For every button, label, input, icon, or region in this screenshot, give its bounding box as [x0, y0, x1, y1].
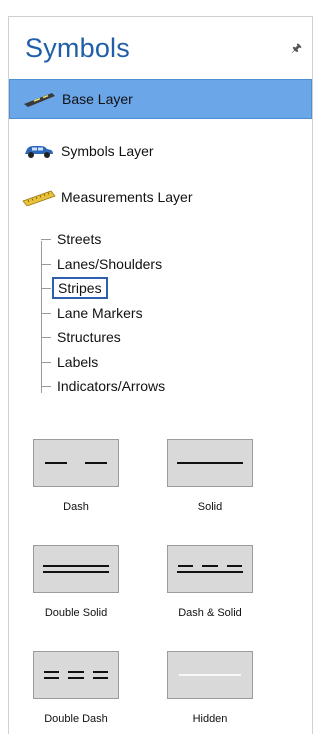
tree-item-streets[interactable]: Streets	[37, 227, 297, 252]
tree-item-structures[interactable]: Structures	[37, 325, 297, 350]
stripe-tile-dash-solid[interactable]: Dash & Solid	[165, 545, 255, 619]
stripe-label: Solid	[197, 501, 223, 513]
symbols-panel: Symbols 🖈 Base Layer Symbols Layer Measu…	[8, 16, 313, 734]
double-dash-stripe-icon[interactable]	[33, 651, 119, 699]
tree-item-lanes-shoulders[interactable]: Lanes/Shoulders	[37, 252, 297, 277]
stripe-label: Hidden	[192, 713, 228, 725]
car-icon	[21, 141, 57, 161]
stripe-label: Double Dash	[44, 713, 108, 725]
double-solid-stripe-icon[interactable]	[33, 545, 119, 593]
hidden-stripe-icon[interactable]	[167, 651, 253, 699]
stripe-label: Dash	[63, 501, 89, 513]
stripe-tile-hidden[interactable]: Hidden	[165, 651, 255, 725]
layer-item-symbols[interactable]: Symbols Layer	[9, 131, 312, 171]
stripe-tile-solid[interactable]: Solid	[165, 439, 255, 513]
panel-title: Symbols	[25, 33, 130, 63]
pin-icon[interactable]: 🖈	[291, 39, 302, 60]
layer-label: Measurements Layer	[61, 189, 193, 205]
dash-solid-stripe-icon[interactable]	[167, 545, 253, 593]
tree-item-indicators-arrows[interactable]: Indicators/Arrows	[37, 374, 297, 399]
stripe-label: Dash & Solid	[178, 607, 242, 619]
ruler-icon	[21, 187, 57, 207]
layer-item-measurements[interactable]: Measurements Layer	[9, 177, 312, 217]
tree-item-stripes[interactable]: Stripes	[37, 276, 297, 301]
layer-label: Base Layer	[62, 91, 133, 107]
stripe-tile-dash[interactable]: Dash	[31, 439, 121, 513]
stripe-tile-double-solid[interactable]: Double Solid	[31, 545, 121, 619]
road-icon	[22, 89, 58, 109]
tree-item-labels[interactable]: Labels	[37, 350, 297, 375]
stripe-label: Double Solid	[44, 607, 108, 619]
stripe-tile-double-dash[interactable]: Double Dash	[31, 651, 121, 725]
layer-label: Symbols Layer	[61, 143, 154, 159]
solid-stripe-icon[interactable]	[167, 439, 253, 487]
stripe-category-tree: Streets Lanes/Shoulders Stripes Lane Mar…	[37, 227, 297, 399]
layer-item-base[interactable]: Base Layer	[9, 79, 312, 119]
dash-stripe-icon[interactable]	[33, 439, 119, 487]
tree-item-lane-markers[interactable]: Lane Markers	[37, 301, 297, 326]
